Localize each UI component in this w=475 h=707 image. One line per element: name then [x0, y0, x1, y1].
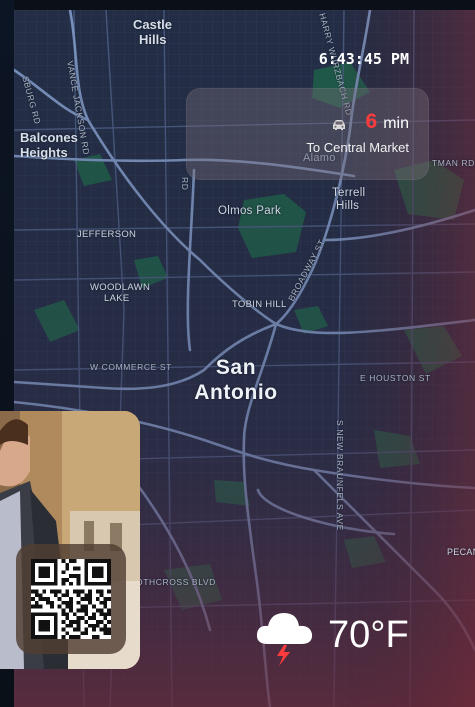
city-name-line-2: Antonio [194, 381, 278, 404]
map-label-e-houston: E HOUSTON ST [360, 373, 431, 383]
bezel-top [0, 0, 475, 10]
map-label-woodlawn-2: LAKE [104, 293, 130, 304]
eta: 6 min [366, 110, 409, 134]
destination-label: To Central Market [306, 140, 409, 155]
qr-code-icon [31, 559, 111, 639]
eta-unit: min [383, 115, 409, 132]
map-label-castle-hills-2: Hills [139, 32, 167, 47]
qr-code-card[interactable] [16, 544, 126, 654]
map-label-terrell-2: Hills [336, 200, 360, 212]
navigation-card[interactable]: 6 min To Central Market [186, 88, 429, 180]
map-label-pecan: PECAN [447, 547, 475, 557]
map-label-new-braunfels: S NEW BRAUNFELS AVE [335, 420, 345, 531]
map-label-rd-vertical: RD [180, 177, 190, 191]
clock-time: 6:43:45 PM [318, 50, 409, 68]
map-label-balcones: Balcones [20, 130, 78, 145]
car-icon [333, 120, 345, 130]
map-label-sidman: TMAN RD [432, 158, 475, 168]
map-label-balcones-2: Heights [20, 145, 68, 160]
map-city-label: San Antonio [186, 355, 286, 405]
map-label-jefferson: JEFFERSON [77, 229, 137, 240]
thunderstorm-cloud-icon [256, 613, 313, 666]
map-label-w-commerce: W COMMERCE ST [90, 362, 172, 372]
temperature-readout: 70°F [328, 613, 409, 656]
map-label-southcross: OTHCROSS BLVD [136, 577, 216, 587]
map-label-woodlawn: WOODLAWN [90, 282, 151, 293]
map-label-tobin-hill: TOBIN HILL [232, 299, 287, 310]
weather-widget[interactable]: 70°F [254, 604, 409, 666]
map-label-olmos-park: Olmos Park [218, 205, 282, 217]
map-label-terrell: Terrell [332, 187, 366, 199]
city-name-line-1: San [215, 356, 257, 379]
map-label-castle-hills: Castle [133, 17, 173, 32]
ambient-display: Castle Hills Balcones Heights Olmos Park… [0, 0, 475, 707]
eta-minutes: 6 [365, 110, 378, 133]
